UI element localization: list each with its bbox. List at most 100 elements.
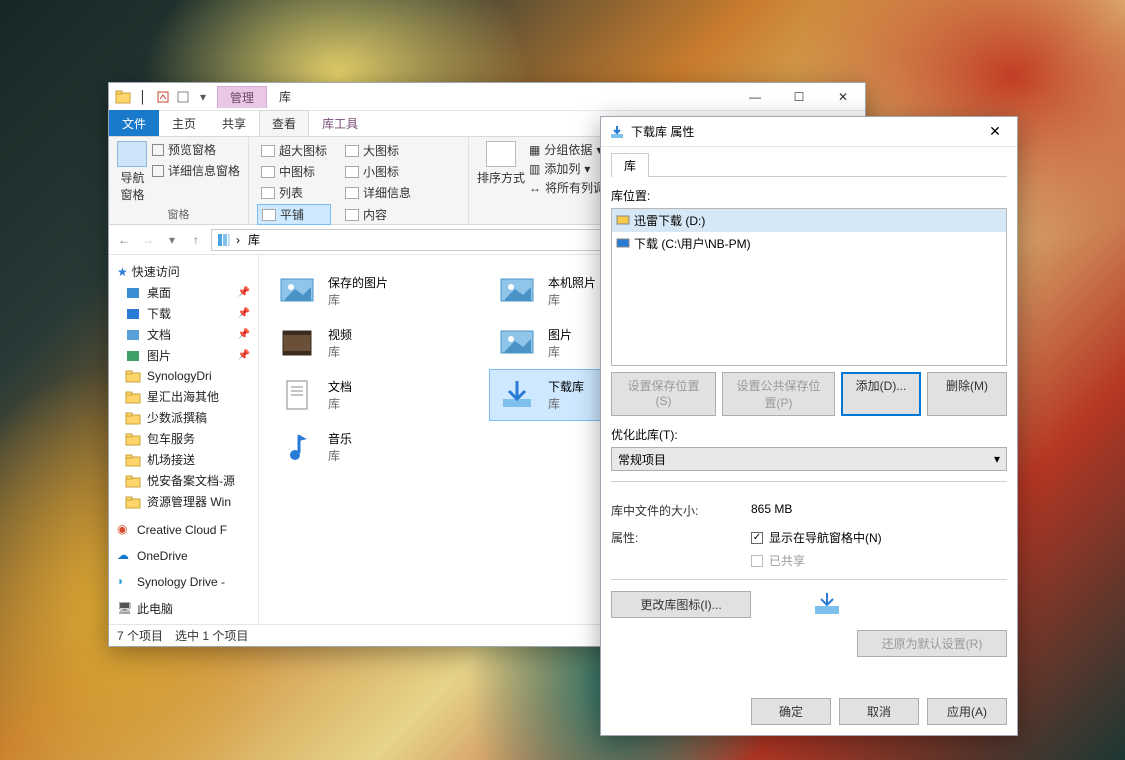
size-all-columns-button[interactable]: ↔将所有列调 xyxy=(529,179,605,196)
qat-dropdown-icon[interactable]: ▾ xyxy=(195,89,211,105)
nav-onedrive[interactable]: ☁OneDrive xyxy=(109,546,258,566)
layout-option[interactable]: 超大图标 xyxy=(257,141,331,160)
tab-share[interactable]: 共享 xyxy=(209,110,259,136)
library-tile[interactable]: 视频库 xyxy=(269,317,489,369)
folder-icon xyxy=(125,473,141,489)
nav-item[interactable]: 少数派撰稿 xyxy=(109,407,258,428)
locations-label: 库位置: xyxy=(611,187,1007,204)
set-save-location-button[interactable]: 设置保存位置(S) xyxy=(611,372,716,416)
minimize-button[interactable]: — xyxy=(733,83,777,111)
add-columns-button[interactable]: ▥添加列 ▾ xyxy=(529,160,605,177)
nav-item[interactable]: 下载📌 xyxy=(109,303,258,324)
resize-icon: ↔ xyxy=(529,181,541,195)
forward-button[interactable]: → xyxy=(139,231,157,249)
nav-item[interactable]: SynologyDri xyxy=(109,366,258,386)
tab-view[interactable]: 查看 xyxy=(259,110,309,136)
status-count: 7 个项目 xyxy=(117,627,163,644)
locations-listbox[interactable]: 迅雷下载 (D:)下载 (C:\用户\NB-PM) xyxy=(611,208,1007,366)
up-button[interactable]: ↑ xyxy=(187,231,205,249)
ok-button[interactable]: 确定 xyxy=(751,698,831,725)
tab-library-tools[interactable]: 库工具 xyxy=(309,110,371,136)
titlebar[interactable]: │ ▾ 管理 库 — ☐ ✕ xyxy=(109,83,865,111)
qat-properties-icon[interactable] xyxy=(155,89,171,105)
synology-icon: ◗ xyxy=(117,574,133,590)
details-pane-toggle[interactable]: 详细信息窗格 xyxy=(152,162,240,179)
back-button[interactable]: ← xyxy=(115,231,133,249)
remove-location-button[interactable]: 删除(M) xyxy=(927,372,1007,416)
library-tile-icon xyxy=(276,427,318,467)
qat-new-folder-icon[interactable] xyxy=(175,89,191,105)
nav-item[interactable]: 资源管理器 Win xyxy=(109,491,258,512)
close-button[interactable]: ✕ xyxy=(821,83,865,111)
nav-pane-button[interactable]: 导航窗格 xyxy=(117,141,148,203)
breadcrumb-segment[interactable]: 库 xyxy=(244,231,264,248)
pin-icon: 📌 xyxy=(238,308,250,319)
layout-icon xyxy=(345,145,359,157)
nav-item[interactable]: 文档📌 xyxy=(109,324,258,345)
layout-option[interactable]: 平铺 xyxy=(257,204,331,225)
nav-creative-cloud[interactable]: ◉Creative Cloud F xyxy=(109,520,258,540)
checkbox-checked-icon: ✓ xyxy=(751,532,763,544)
location-row[interactable]: 下载 (C:\用户\NB-PM) xyxy=(612,232,1006,255)
recent-dropdown[interactable]: ▾ xyxy=(163,231,181,249)
tile-name: 视频 xyxy=(328,326,352,343)
folder-icon xyxy=(125,306,141,322)
change-icon-button[interactable]: 更改库图标(I)... xyxy=(611,591,751,618)
nav-item[interactable]: 桌面📌 xyxy=(109,282,258,303)
nav-item[interactable]: 图片📌 xyxy=(109,345,258,366)
dialog-tabstrip: 库 xyxy=(611,153,1007,177)
layout-option[interactable]: 中图标 xyxy=(257,162,331,181)
tab-home[interactable]: 主页 xyxy=(159,110,209,136)
sort-button[interactable]: 排序方式 xyxy=(477,141,525,186)
cancel-button[interactable]: 取消 xyxy=(839,698,919,725)
tile-name: 文档 xyxy=(328,378,352,395)
show-in-nav-checkbox[interactable]: ✓显示在导航窗格中(N) xyxy=(751,529,882,546)
folder-icon xyxy=(616,212,630,226)
layout-icon xyxy=(345,166,359,178)
optimize-label: 优化此库(T): xyxy=(611,426,1007,443)
nav-item[interactable]: 包车服务 xyxy=(109,428,258,449)
set-public-save-button[interactable]: 设置公共保存位置(P) xyxy=(722,372,835,416)
preview-pane-toggle[interactable]: 预览窗格 xyxy=(152,141,240,158)
tab-file[interactable]: 文件 xyxy=(109,110,159,136)
optimize-select[interactable]: 常规项目 ▾ xyxy=(611,447,1007,471)
nav-item[interactable]: 机场接送 xyxy=(109,449,258,470)
library-tile-icon xyxy=(276,323,318,363)
dialog-titlebar[interactable]: 下载库 属性 ✕ xyxy=(601,117,1017,147)
library-properties-dialog: 下载库 属性 ✕ 库 库位置: 迅雷下载 (D:)下载 (C:\用户\NB-PM… xyxy=(600,116,1018,736)
library-tile[interactable]: 音乐库 xyxy=(269,421,489,473)
apply-button[interactable]: 应用(A) xyxy=(927,698,1007,725)
location-row[interactable]: 迅雷下载 (D:) xyxy=(612,209,1006,232)
layout-icon xyxy=(261,166,275,178)
layout-icon xyxy=(345,209,359,221)
dialog-close-button[interactable]: ✕ xyxy=(981,123,1009,140)
nav-quick-access[interactable]: ★快速访问 xyxy=(109,261,258,282)
tile-subtitle: 库 xyxy=(328,395,352,412)
library-tile[interactable]: 文档库 xyxy=(269,369,489,421)
tab-library[interactable]: 库 xyxy=(611,153,649,177)
nav-item[interactable]: 星汇出海其他 xyxy=(109,386,258,407)
add-location-button[interactable]: 添加(D)... xyxy=(841,372,921,416)
layout-option[interactable]: 列表 xyxy=(257,183,331,202)
attr-label: 属性: xyxy=(611,529,711,569)
library-tile[interactable]: 保存的图片库 xyxy=(269,265,489,317)
layout-option[interactable]: 大图标 xyxy=(341,141,415,160)
shared-checkbox[interactable]: 已共享 xyxy=(751,552,882,569)
nav-this-pc[interactable]: 🖥此电脑 xyxy=(109,598,258,619)
layout-option[interactable]: 小图标 xyxy=(341,162,415,181)
group-by-button[interactable]: ▦分组依据 ▾ xyxy=(529,141,605,158)
library-large-icon xyxy=(811,590,843,618)
layout-option[interactable]: 内容 xyxy=(341,204,415,225)
layout-option[interactable]: 详细信息 xyxy=(341,183,415,202)
layout-icon xyxy=(262,209,276,221)
tile-subtitle: 库 xyxy=(548,395,584,412)
restore-defaults-button[interactable]: 还原为默认设置(R) xyxy=(857,630,1007,657)
layout-icon xyxy=(261,187,275,199)
maximize-button[interactable]: ☐ xyxy=(777,83,821,111)
tile-name: 本机照片 xyxy=(548,274,596,291)
group-pane-label: 窗格 xyxy=(117,204,240,222)
nav-synology[interactable]: ◗Synology Drive - xyxy=(109,572,258,592)
tile-name: 下载库 xyxy=(548,378,584,395)
folder-icon xyxy=(616,235,630,249)
nav-item[interactable]: 悦安备案文档-源 xyxy=(109,470,258,491)
